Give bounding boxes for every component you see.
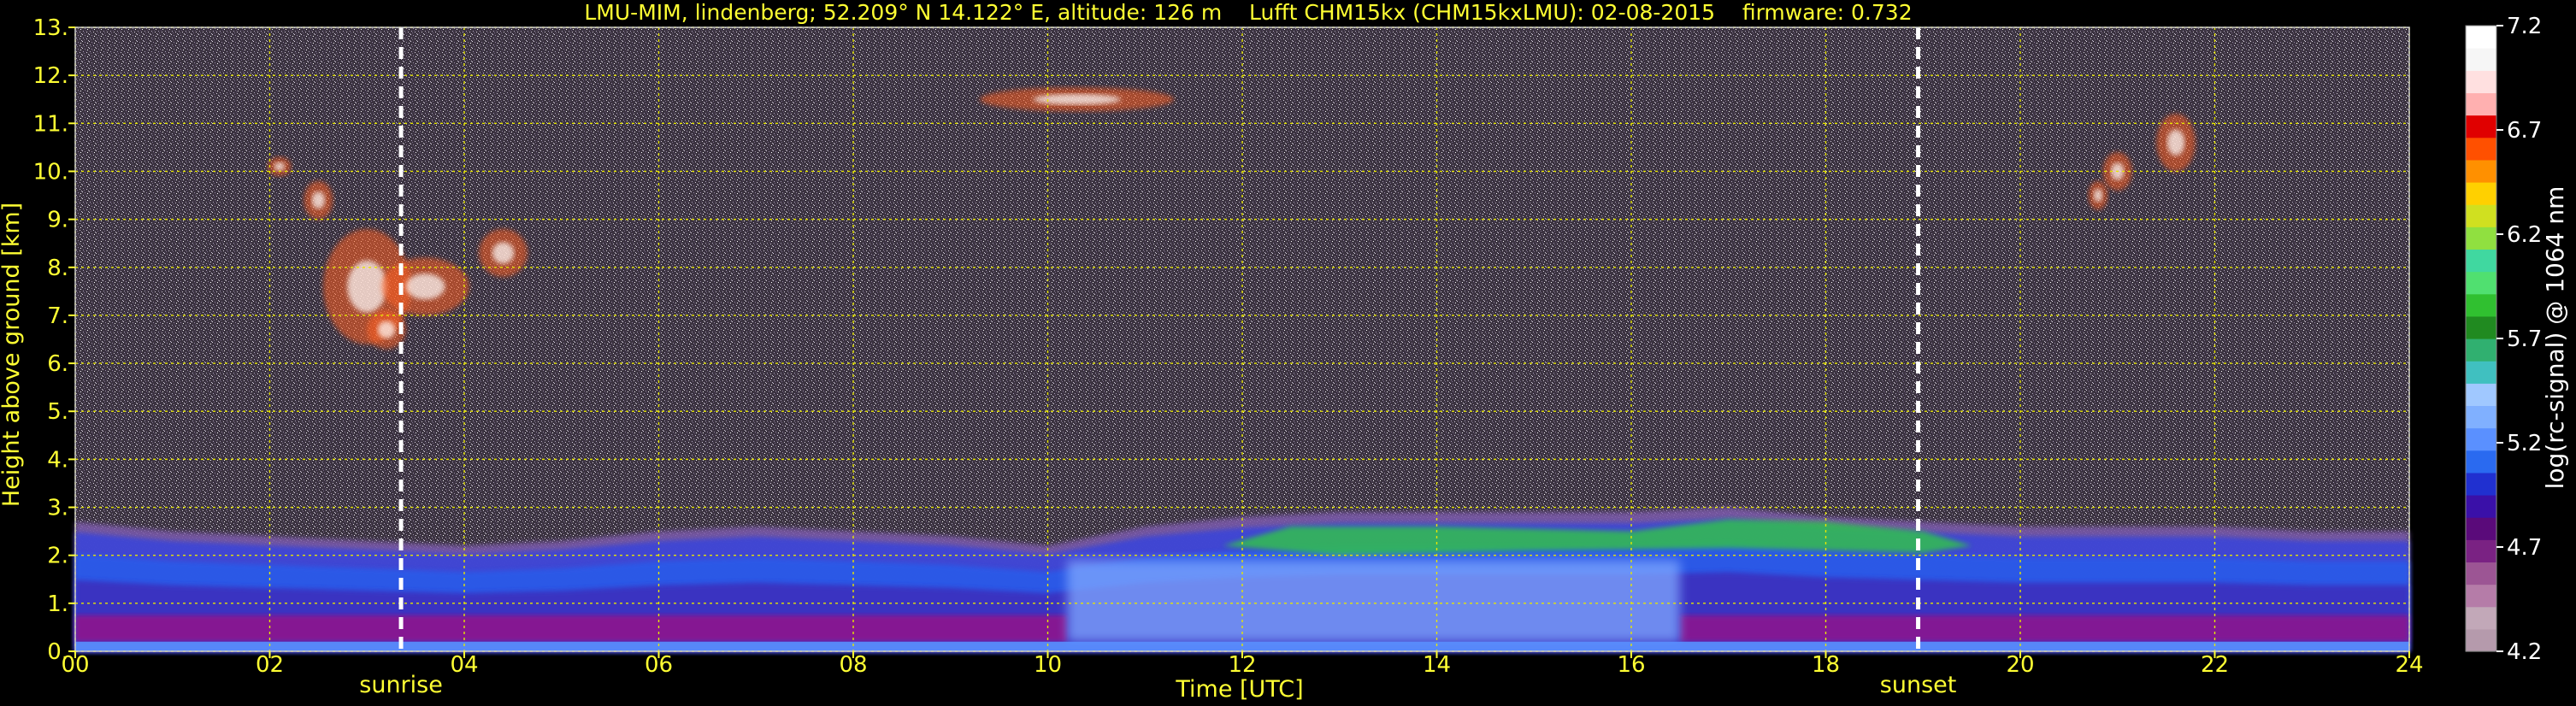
- colorbar-segment: [2466, 271, 2496, 295]
- colorbar-segment: [2466, 628, 2496, 652]
- bl-purple-night1: [75, 615, 1068, 642]
- colorbar-ticks: 4.2 4.7 5.2 5.7 6.2 6.7 7.2: [2496, 14, 2542, 665]
- colorbar-segment: [2466, 70, 2496, 94]
- colorbar-tick-label: 6.2: [2507, 222, 2542, 248]
- colorbar-segment: [2466, 92, 2496, 116]
- colorbar-tick-label: 5.2: [2507, 431, 2542, 456]
- colorbar-segment: [2466, 182, 2496, 205]
- x-tick-label: 18: [1812, 652, 1840, 678]
- colorbar-label: log(rc-signal) @ 1064 nm: [2541, 186, 2569, 490]
- cirrus-core: [405, 274, 445, 300]
- colorbar-segment: [2466, 204, 2496, 227]
- cirrus-core: [347, 260, 387, 313]
- colorbar-segment: [2466, 48, 2496, 71]
- x-tick-label: 16: [1617, 652, 1645, 678]
- colorbar-segment: [2466, 315, 2496, 339]
- y-tick-label: 8.: [47, 256, 68, 281]
- cirrus-core: [311, 191, 326, 209]
- colorbar-segment: [2466, 115, 2496, 138]
- colorbar-segment: [2466, 584, 2496, 608]
- colorbar-segment: [2466, 293, 2496, 317]
- colorbar-segment: [2466, 361, 2496, 384]
- colorbar-segment: [2466, 472, 2496, 496]
- colorbar-segment: [2466, 159, 2496, 183]
- cirrus-core: [492, 242, 515, 264]
- y-tick-label: 9.: [47, 208, 68, 233]
- y-tick-label: 7.: [47, 303, 68, 329]
- x-tick-label: 06: [645, 652, 673, 678]
- cirrus-core: [1033, 93, 1121, 105]
- chart-title: LMU-MIM, lindenberg; 52.209° N 14.122° E…: [584, 0, 1912, 25]
- colorbar-tick-label: 4.2: [2507, 639, 2542, 665]
- colorbar-segment: [2466, 495, 2496, 518]
- x-tick-label: 20: [2006, 652, 2034, 678]
- x-tick-label: 08: [839, 652, 867, 678]
- colorbar: [2465, 25, 2497, 652]
- colorbar-segment: [2466, 427, 2496, 451]
- x-axis-label: Time [UTC]: [1175, 676, 1303, 703]
- cirrus-core: [274, 162, 286, 171]
- y-ticks: 0. 1. 2. 3. 4. 5. 6. 7. 8. 9. 10. 11. 12. 13.: [33, 15, 75, 665]
- y-tick-label: 5.: [47, 399, 68, 425]
- colorbar-segment: [2466, 450, 2496, 474]
- colorbar-segment: [2466, 137, 2496, 161]
- y-tick-label: 1.: [47, 591, 68, 617]
- colorbar-segment: [2466, 227, 2496, 250]
- x-tick-label: 22: [2201, 652, 2229, 678]
- x-tick-label: 24: [2395, 652, 2423, 678]
- colorbar-segment: [2466, 249, 2496, 273]
- cirrus-core: [377, 321, 396, 338]
- x-tick-label: 14: [1423, 652, 1451, 678]
- colorbar-segment: [2466, 383, 2496, 407]
- colorbar-segment: [2466, 338, 2496, 362]
- marker-sunrise-label: sunrise: [359, 672, 443, 698]
- bl-day-light: [1067, 560, 1680, 642]
- y-tick-label: 4.: [47, 447, 68, 473]
- lidar-quicklook: 00 02 04 06 08 10 12 14 16 18 20 22 24 0.1.2.3.4.5.6…: [0, 0, 2569, 703]
- x-tick-label: 12: [1228, 652, 1256, 678]
- y-tick-label: 13.: [33, 15, 68, 41]
- colorbar-segment: [2466, 517, 2496, 540]
- x-tick-label: 10: [1034, 652, 1062, 678]
- colorbar-tick-label: 5.7: [2507, 327, 2542, 352]
- cirrus-core: [2166, 129, 2185, 156]
- x-tick-label: 04: [450, 652, 478, 678]
- y-tick-label: 0.: [47, 639, 68, 665]
- marker-labels: sunrise sunset: [359, 672, 1956, 698]
- colorbar-segment: [2466, 606, 2496, 630]
- cirrus-core: [2093, 188, 2103, 203]
- y-tick-label: 12.: [33, 63, 68, 89]
- y-tick-label: 10.: [33, 159, 68, 185]
- y-tick-label: 3.: [47, 496, 68, 521]
- colorbar-segment: [2466, 539, 2496, 563]
- marker-sunset-label: sunset: [1880, 672, 1957, 698]
- colorbar-tick-label: 4.7: [2507, 535, 2542, 561]
- colorbar-tick-label: 6.7: [2507, 118, 2542, 144]
- y-tick-label: 11.: [33, 111, 68, 137]
- y-tick-label: 2.: [47, 544, 68, 569]
- x-tick-label: 02: [256, 652, 284, 678]
- bl-purple-night2: [1679, 615, 2409, 642]
- y-tick-label: 6.: [47, 351, 68, 377]
- colorbar-segment: [2466, 26, 2496, 49]
- colorbar-segment: [2466, 405, 2496, 429]
- colorbar-tick-label: 7.2: [2507, 14, 2542, 39]
- colorbar-segment: [2466, 562, 2496, 585]
- y-axis-label: Height above ground [km]: [0, 203, 25, 507]
- plot-area: [74, 26, 2410, 652]
